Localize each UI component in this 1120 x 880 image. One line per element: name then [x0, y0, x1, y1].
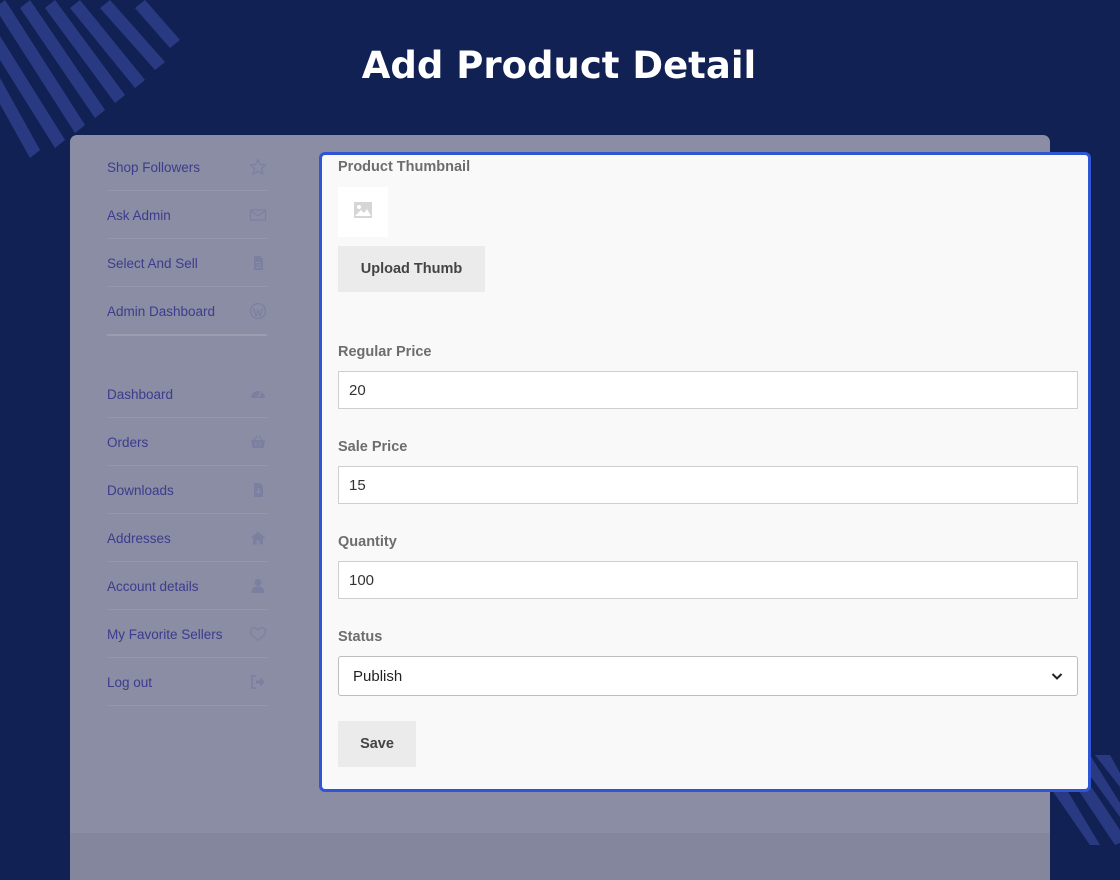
- sidebar-item-select-and-sell[interactable]: Select And Sell: [107, 239, 267, 287]
- status-label: Status: [338, 629, 383, 645]
- sidebar-item-label: Ask Admin: [107, 208, 171, 223]
- envelope-icon: [249, 206, 267, 224]
- basket-icon: [249, 433, 267, 451]
- document-icon: [249, 254, 267, 272]
- star-icon: [249, 157, 267, 176]
- sidebar-item-downloads[interactable]: Downloads: [107, 466, 267, 514]
- quantity-label: Quantity: [338, 534, 397, 550]
- sidebar-item-admin-dashboard[interactable]: Admin Dashboard: [107, 287, 267, 336]
- sidebar-item-label: Account details: [107, 579, 199, 594]
- heart-icon: [249, 625, 267, 643]
- sidebar-item-label: Orders: [107, 435, 149, 450]
- sidebar-item-orders[interactable]: Orders: [107, 418, 267, 466]
- sidebar-item-ask-admin[interactable]: Ask Admin: [107, 191, 267, 239]
- sidebar-main-nav: Dashboard Orders Downloads Addresses Acc…: [107, 370, 267, 706]
- sidebar-item-label: Addresses: [107, 531, 171, 546]
- sign-out-icon: [249, 673, 267, 691]
- sidebar-item-label: Select And Sell: [107, 256, 198, 271]
- image-placeholder-icon: [353, 201, 373, 224]
- sidebar-item-shop-followers[interactable]: Shop Followers: [107, 143, 267, 191]
- sidebar-item-my-favorite-sellers[interactable]: My Favorite Sellers: [107, 610, 267, 658]
- page: Add Product Detail Shop Followers Ask Ad…: [0, 0, 1120, 880]
- upload-thumb-button[interactable]: Upload Thumb: [338, 246, 485, 292]
- sidebar-item-label: Dashboard: [107, 387, 174, 402]
- regular-price-input[interactable]: [338, 371, 1078, 409]
- account-sidebar: Shop Followers Ask Admin Select And Sell…: [107, 143, 267, 706]
- user-icon: [249, 577, 267, 595]
- sidebar-item-addresses[interactable]: Addresses: [107, 514, 267, 562]
- chevron-down-icon: [1051, 668, 1063, 685]
- card-footer: [70, 833, 1050, 880]
- thumbnail-preview: [338, 187, 388, 237]
- sidebar-item-label: Log out: [107, 675, 153, 690]
- save-button[interactable]: Save: [338, 721, 416, 767]
- add-product-form: Product Thumbnail Upload Thumb Regular P…: [319, 152, 1091, 792]
- sidebar-item-label: My Favorite Sellers: [107, 627, 223, 642]
- status-select[interactable]: Publish: [338, 656, 1078, 696]
- sidebar-item-label: Downloads: [107, 483, 174, 498]
- page-title: Add Product Detail: [361, 44, 757, 87]
- sidebar-item-label: Admin Dashboard: [107, 304, 216, 319]
- wordpress-icon: [249, 302, 267, 320]
- sidebar-item-log-out[interactable]: Log out: [107, 658, 267, 706]
- product-thumbnail-label: Product Thumbnail: [338, 159, 471, 175]
- sidebar-item-account-details[interactable]: Account details: [107, 562, 267, 610]
- sale-price-label: Sale Price: [338, 439, 408, 455]
- quantity-input[interactable]: [338, 561, 1078, 599]
- status-selected-value: Publish: [353, 667, 403, 685]
- sale-price-input[interactable]: [338, 466, 1078, 504]
- regular-price-label: Regular Price: [338, 344, 432, 360]
- home-icon: [249, 529, 267, 547]
- file-download-icon: [249, 481, 267, 499]
- sidebar-item-label: Shop Followers: [107, 160, 201, 175]
- gauge-icon: [249, 385, 267, 403]
- sidebar-item-dashboard[interactable]: Dashboard: [107, 370, 267, 418]
